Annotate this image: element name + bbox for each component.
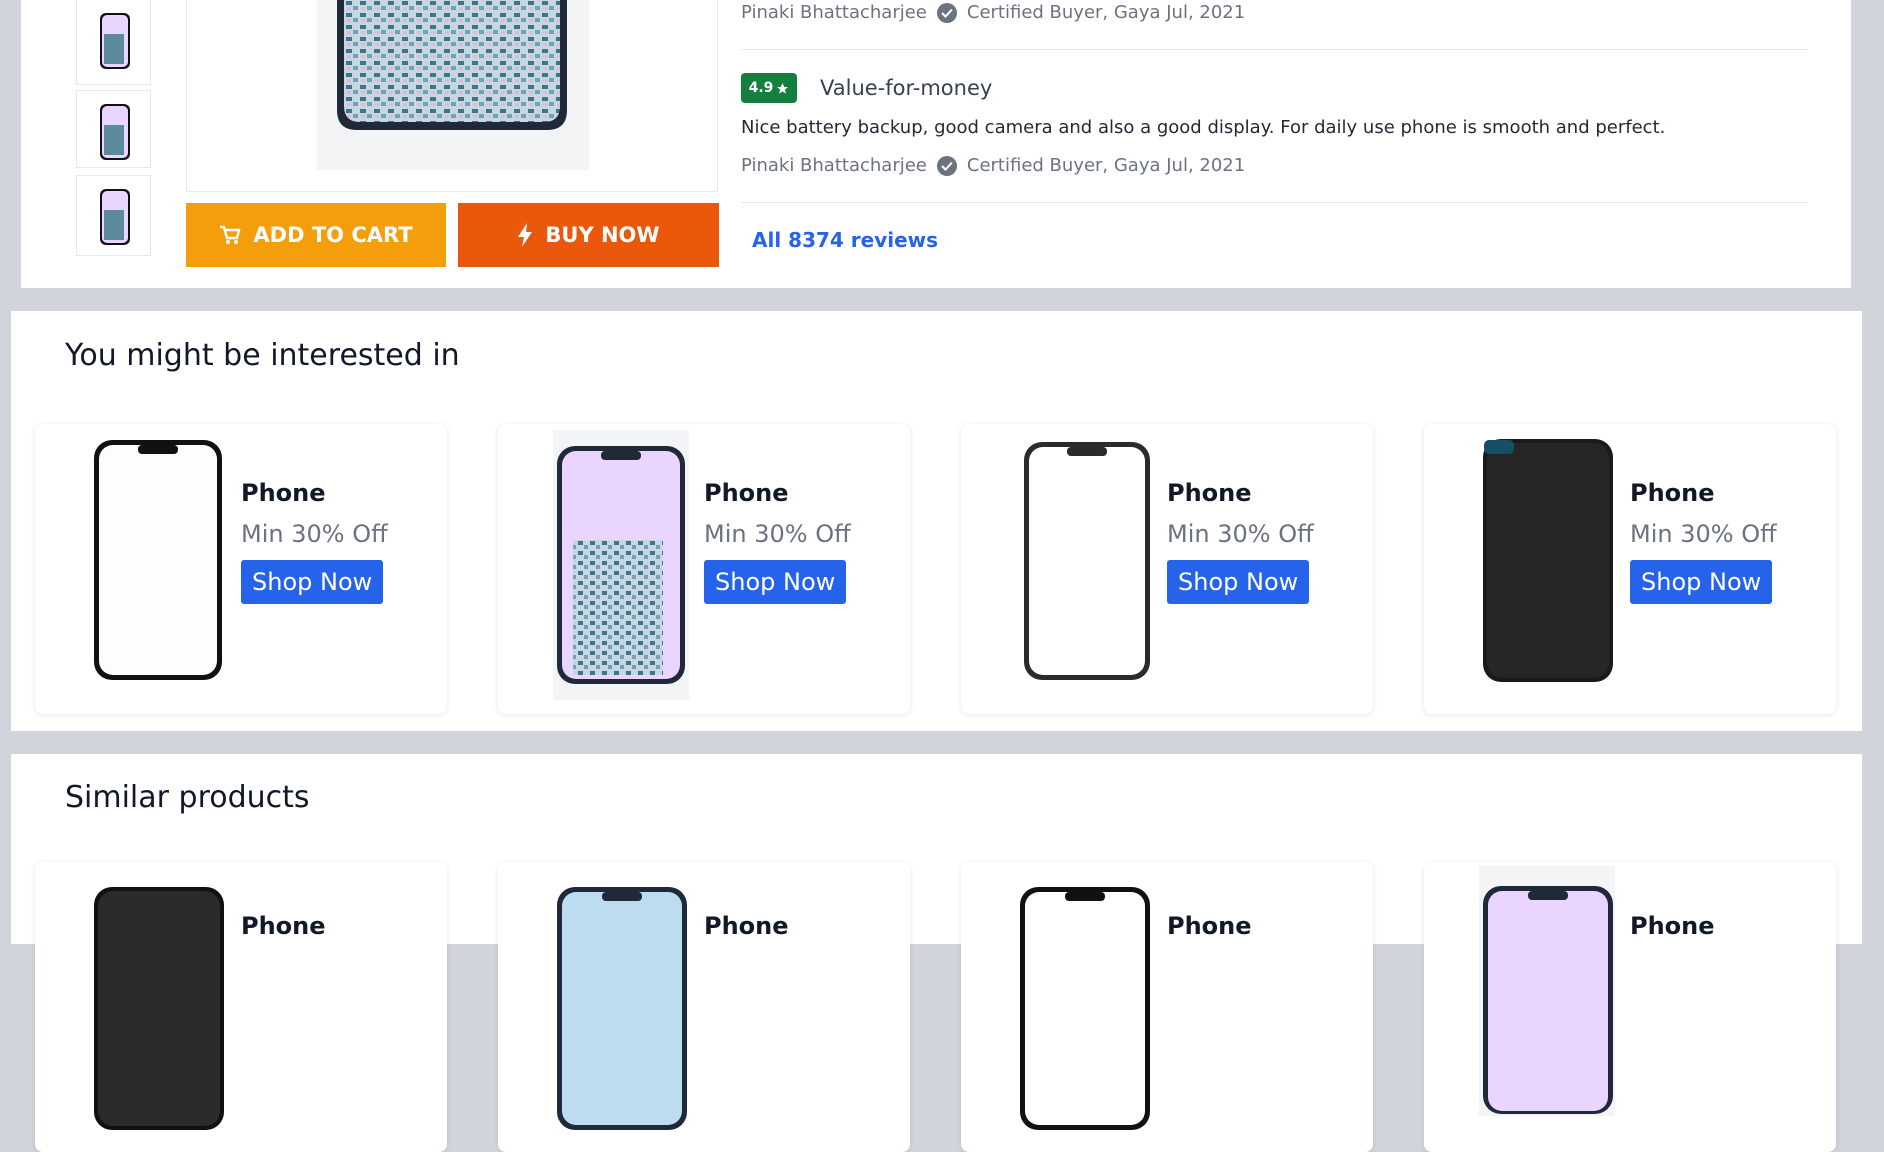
- thumbnail-2[interactable]: [76, 90, 151, 168]
- phone-image: [94, 440, 222, 680]
- similar-section: Similar products Phone Phone Phone Phone: [11, 754, 1862, 1152]
- reviewer-name: Pinaki Bhattacharjee: [741, 2, 927, 23]
- product-card[interactable]: Phone Min 30% Off Shop Now: [961, 424, 1373, 714]
- phone-image: [1483, 439, 1613, 682]
- card-title: Phone: [1167, 479, 1252, 507]
- phone-thumbnail-icon: [100, 13, 130, 69]
- card-title: Phone: [1630, 912, 1715, 940]
- shop-now-button[interactable]: Shop Now: [704, 560, 847, 604]
- product-card[interactable]: Phone Min 30% Off Shop Now: [35, 424, 447, 714]
- phone-image: [1020, 887, 1150, 1130]
- interest-section: You might be interested in Phone Min 30%…: [11, 311, 1862, 731]
- review-title: Value-for-money: [820, 76, 993, 100]
- phone-image: [94, 887, 224, 1130]
- product-card[interactable]: Phone: [498, 862, 910, 1152]
- phone-image: [553, 430, 689, 700]
- phone-image: [1479, 866, 1615, 1116]
- section-title: You might be interested in: [65, 338, 460, 373]
- review-meta-2: Pinaki Bhattacharjee Certified Buyer, Ga…: [741, 155, 1245, 176]
- card-offer: Min 30% Off: [704, 520, 851, 548]
- reviewer-meta: Certified Buyer, Gaya Jul, 2021: [966, 155, 1246, 176]
- phone-thumbnail-icon: [100, 104, 130, 160]
- card-title: Phone: [1167, 912, 1252, 940]
- buy-now-button[interactable]: BUY NOW: [458, 203, 719, 267]
- product-card[interactable]: Phone: [961, 862, 1373, 1152]
- product-card[interactable]: Phone: [35, 862, 447, 1152]
- card-offer: Min 30% Off: [1167, 520, 1314, 548]
- phone-thumbnail-icon: [100, 189, 130, 245]
- section-title: Similar products: [65, 780, 310, 815]
- shop-now-button[interactable]: Shop Now: [1167, 560, 1310, 604]
- product-card[interactable]: Phone: [1424, 862, 1836, 1152]
- rating-badge: 4.9: [741, 73, 797, 103]
- thumbnail-3[interactable]: [76, 175, 151, 256]
- review-divider: [741, 49, 1808, 50]
- phone-image: [1024, 442, 1150, 680]
- card-title: Phone: [704, 912, 789, 940]
- review-text: Nice battery backup, good camera and als…: [741, 117, 1666, 138]
- card-title: Phone: [704, 479, 789, 507]
- product-card[interactable]: Phone Min 30% Off Shop Now: [498, 424, 910, 714]
- product-card[interactable]: Phone Min 30% Off Shop Now: [1424, 424, 1836, 714]
- shop-now-button[interactable]: Shop Now: [241, 560, 384, 604]
- cart-icon: [220, 225, 241, 244]
- main-product-image: [186, 0, 718, 192]
- card-title: Phone: [241, 479, 326, 507]
- lightning-icon: [518, 223, 533, 247]
- review-meta-1: Pinaki Bhattacharjee Certified Buyer, Ga…: [741, 2, 1245, 23]
- card-offer: Min 30% Off: [241, 520, 388, 548]
- phone-image: [317, 0, 589, 170]
- reviewer-meta: Certified Buyer, Gaya Jul, 2021: [966, 2, 1246, 23]
- reviewer-name: Pinaki Bhattacharjee: [741, 155, 927, 176]
- star-icon: [777, 82, 789, 94]
- phone-image: [557, 887, 687, 1130]
- card-title: Phone: [241, 912, 326, 940]
- buy-now-label: BUY NOW: [545, 223, 660, 247]
- rating-value: 4.9: [748, 80, 774, 96]
- verified-check-icon: [936, 2, 957, 23]
- card-title: Phone: [1630, 479, 1715, 507]
- all-reviews-link[interactable]: All 8374 reviews: [752, 228, 938, 252]
- add-to-cart-button[interactable]: ADD TO CART: [186, 203, 446, 267]
- card-offer: Min 30% Off: [1630, 520, 1777, 548]
- verified-check-icon: [936, 155, 957, 176]
- shop-now-button[interactable]: Shop Now: [1630, 560, 1773, 604]
- add-to-cart-label: ADD TO CART: [253, 223, 413, 247]
- review-divider: [741, 202, 1808, 203]
- thumbnail-1[interactable]: [76, 0, 151, 85]
